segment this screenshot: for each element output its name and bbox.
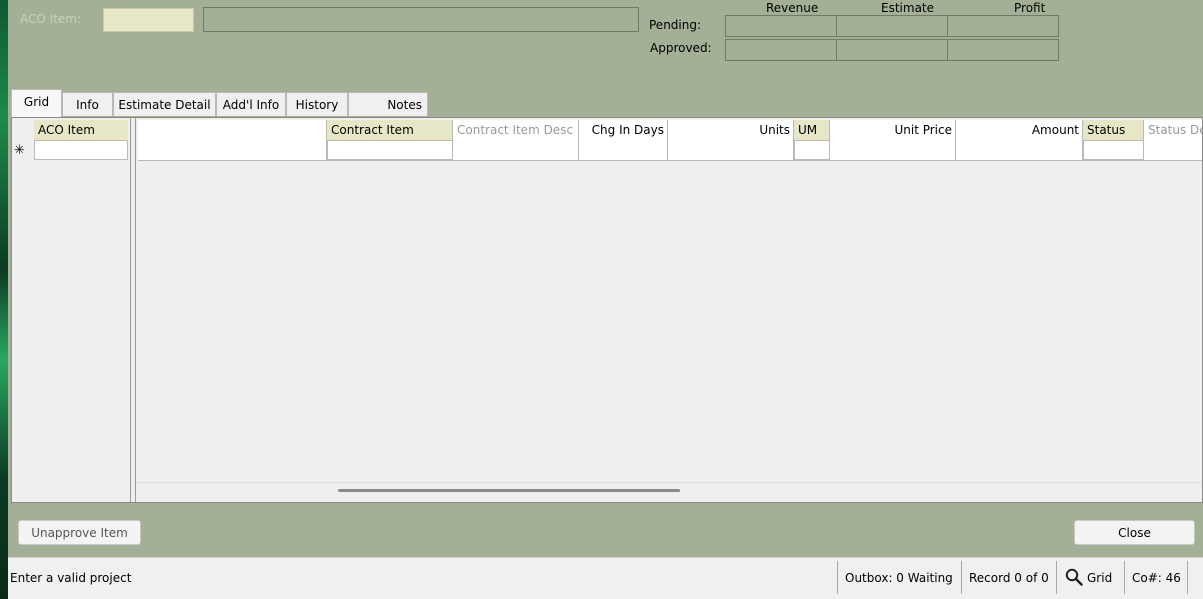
approved-revenue: [725, 39, 837, 61]
record-counter: Record 0 of 0: [961, 561, 1056, 594]
horizontal-scroll-thumb[interactable]: [338, 489, 680, 492]
tab-addl-info[interactable]: Add'l Info: [216, 92, 286, 116]
pending-label: Pending:: [649, 18, 702, 32]
column-divider: [667, 120, 668, 161]
status-bar: Enter a valid project Outbox: 0 Waiting …: [8, 557, 1203, 599]
profit-column-label: Profit: [1014, 1, 1046, 15]
unapprove-item-button[interactable]: Unapprove Item: [18, 520, 141, 545]
magnifier-icon: [1065, 568, 1083, 586]
units-column-header[interactable]: Units: [668, 120, 794, 140]
contract-item-column-header[interactable]: Contract Item: [327, 120, 453, 140]
column-divider: [955, 120, 956, 161]
tab-notes[interactable]: Notes: [348, 92, 428, 116]
aco-item-input[interactable]: [103, 8, 194, 32]
aco-item-label: ACO Item:: [20, 12, 81, 26]
aco-item-new-cell[interactable]: [34, 140, 128, 160]
status-desc-column-header[interactable]: Status De: [1144, 120, 1202, 140]
column-divider: [578, 120, 579, 161]
view-mode-label: Grid: [1087, 571, 1113, 585]
grid-view-toggle[interactable]: Grid: [1056, 561, 1124, 594]
approved-estimate: [836, 39, 948, 61]
pending-revenue: [725, 15, 837, 37]
line-items-grid[interactable]: ACO Item ✳ Contract Item Contract Item D…: [11, 117, 1203, 503]
header-panel: ACO Item: Revenue Estimate Profit Pendin…: [8, 0, 1203, 88]
status-message: Enter a valid project: [10, 571, 132, 585]
pane-splitter[interactable]: [132, 118, 136, 502]
tab-history[interactable]: History: [286, 92, 348, 116]
outbox-status[interactable]: Outbox: 0 Waiting: [837, 561, 961, 594]
status-new-cell[interactable]: [1083, 140, 1144, 160]
pending-estimate: [836, 15, 948, 37]
um-new-cell[interactable]: [794, 140, 830, 160]
asterisk-icon: ✳: [14, 143, 25, 158]
pending-profit: [947, 15, 1059, 37]
company-number: Co#: 46: [1124, 561, 1188, 594]
tab-grid[interactable]: Grid: [11, 89, 62, 117]
contract-item-desc-column-header[interactable]: Contract Item Desc: [453, 120, 579, 140]
amount-column-header[interactable]: Amount: [956, 120, 1083, 140]
aco-description-input[interactable]: [203, 7, 639, 32]
um-column-header[interactable]: UM: [794, 120, 830, 140]
revenue-column-label: Revenue: [766, 1, 819, 15]
close-button[interactable]: Close: [1074, 520, 1195, 545]
aco-item-window: ACO Item: Revenue Estimate Profit Pendin…: [8, 0, 1203, 599]
estimate-column-label: Estimate: [881, 1, 935, 15]
tab-info[interactable]: Info: [62, 92, 113, 116]
status-column-header[interactable]: Status: [1083, 120, 1144, 140]
aco-item-column-header[interactable]: ACO Item: [34, 120, 128, 140]
approved-label: Approved:: [650, 41, 712, 55]
approved-profit: [947, 39, 1059, 61]
contract-item-new-cell[interactable]: [327, 140, 453, 160]
chg-in-days-column-header[interactable]: Chg In Days: [579, 120, 668, 140]
tab-estimate-detail[interactable]: Estimate Detail: [113, 92, 216, 116]
aco-item-pane: ACO Item ✳: [12, 118, 131, 502]
unit-price-column-header[interactable]: Unit Price: [830, 120, 956, 140]
desktop-background: [0, 0, 8, 599]
